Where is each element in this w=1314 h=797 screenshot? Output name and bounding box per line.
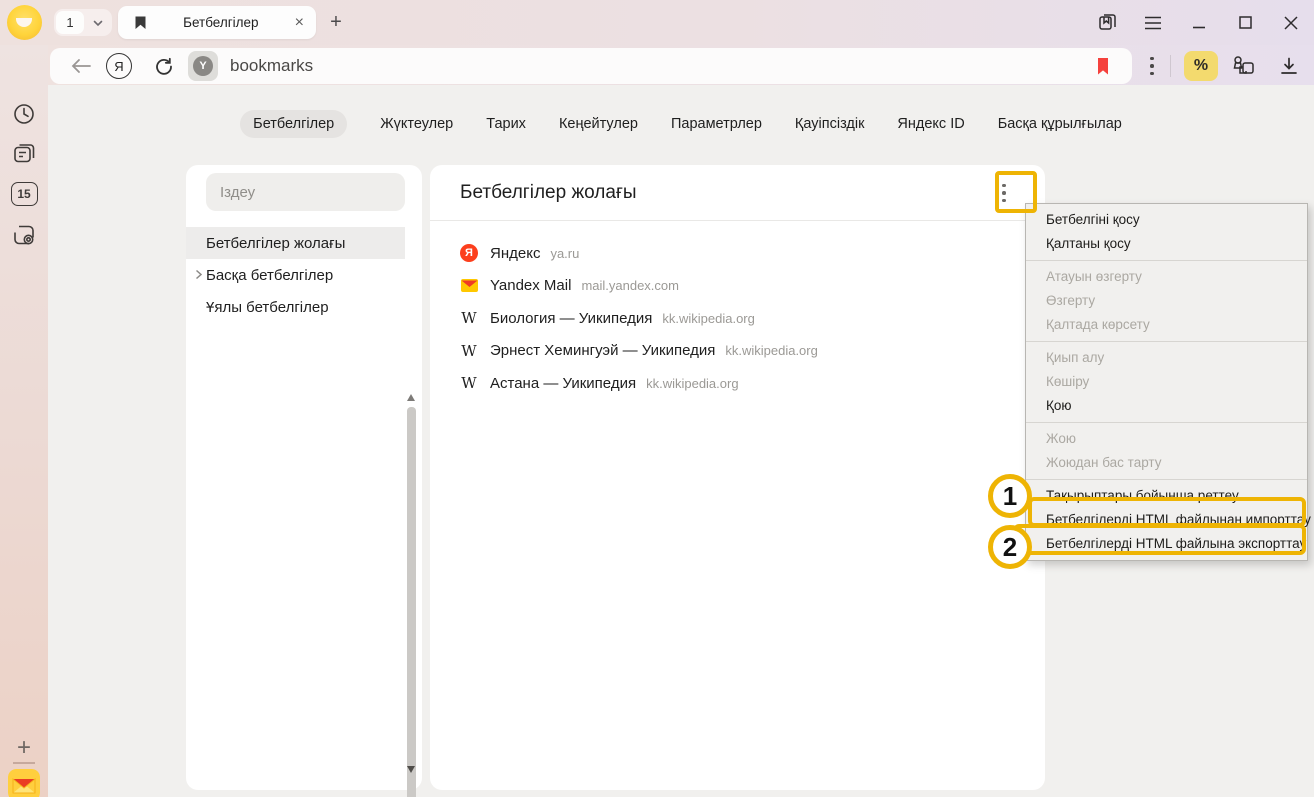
annotation-step-2: 2: [988, 525, 1032, 569]
browser-tab-bookmarks[interactable]: Бетбелгілер ×: [118, 6, 316, 39]
bookmark-list: Я Яндекс ya.ru Yandex Mail mail.yandex.c…: [430, 237, 1045, 400]
calendar-icon[interactable]: 15: [0, 181, 48, 207]
tab-bookmarks[interactable]: Бетбелгілер: [240, 110, 347, 138]
download-icon[interactable]: [1280, 48, 1298, 84]
tab-security[interactable]: Қауіпсіздік: [795, 116, 865, 132]
maximize-button[interactable]: [1222, 0, 1268, 45]
minimize-button[interactable]: [1176, 0, 1222, 45]
menu-icon[interactable]: [1130, 0, 1176, 45]
yandex-search-icon[interactable]: Я: [106, 53, 132, 79]
bookmark-url: kk.wikipedia.org: [662, 311, 755, 326]
menu-item-paste[interactable]: Қою: [1026, 394, 1307, 418]
toolbar-more-button[interactable]: [1150, 48, 1154, 84]
screenshot-icon[interactable]: [0, 221, 48, 249]
tab-downloads[interactable]: Жүктеулер: [380, 116, 453, 132]
folder-item-label: Басқа бетбелгілер: [206, 267, 333, 284]
site-favicon-letter: Y: [193, 56, 213, 76]
tab-title: Бетбелгілер: [147, 15, 295, 30]
menu-item-add-bookmark[interactable]: Бетбелгіні қосу: [1026, 208, 1307, 232]
bookmark-row[interactable]: W Астана — Уикипедия kk.wikipedia.org: [430, 367, 1045, 400]
bookmarks-panel: Бетбелгілер жолағы Я Яндекс ya.ru Yandex…: [430, 165, 1045, 790]
address-text[interactable]: bookmarks: [230, 56, 1096, 76]
folder-item-label: Бетбелгілер жолағы: [206, 235, 345, 252]
menu-item-edit: Өзгерту: [1026, 289, 1307, 313]
menu-item-add-folder[interactable]: Қалтаны қосу: [1026, 232, 1307, 256]
bookmark-url: kk.wikipedia.org: [725, 343, 818, 358]
yandex-mail-app-icon[interactable]: [0, 769, 48, 797]
tab-group-count[interactable]: 1: [56, 11, 84, 34]
scrollbar-down-arrow[interactable]: [407, 766, 415, 773]
toolbar-divider: [1170, 48, 1171, 84]
browser-window: 1 Бетбелгілер × +: [0, 0, 1314, 797]
bookmark-url: kk.wikipedia.org: [646, 376, 739, 391]
wikipedia-favicon: W: [460, 309, 478, 327]
tab-strip: 1 Бетбелгілер × +: [0, 0, 1314, 45]
tab-history[interactable]: Тарих: [486, 116, 526, 132]
bookmark-title: Эрнест Хемингуэй — Уикипедия: [490, 342, 715, 359]
folder-item-other-bookmarks[interactable]: Басқа бетбелгілер: [186, 259, 405, 291]
annotation-step-1: 1: [988, 474, 1032, 518]
address-bar[interactable]: Я Y bookmarks: [50, 48, 1132, 84]
tab-group-pill[interactable]: 1: [54, 9, 112, 36]
extensions-button[interactable]: [1232, 48, 1256, 84]
folder-item-bookmarks-bar[interactable]: Бетбелгілер жолағы: [186, 227, 405, 259]
bookmark-title: Астана — Уикипедия: [490, 375, 636, 392]
back-icon[interactable]: [64, 58, 98, 74]
notes-icon[interactable]: [0, 141, 48, 167]
bookmark-flag-icon[interactable]: [1096, 58, 1110, 75]
add-panel-icon[interactable]: +: [0, 735, 48, 761]
mail-favicon: [460, 277, 478, 295]
search-input[interactable]: [206, 173, 405, 211]
menu-item-delete: Жою: [1026, 427, 1307, 451]
history-icon[interactable]: [0, 101, 48, 127]
bookmark-row[interactable]: Yandex Mail mail.yandex.com: [430, 270, 1045, 303]
chevron-down-icon[interactable]: [84, 17, 112, 29]
menu-item-cut: Қиып алу: [1026, 346, 1307, 370]
bookmark-row[interactable]: W Эрнест Хемингуэй — Уикипедия kk.wikipe…: [430, 335, 1045, 368]
bookmark-title: Биология — Уикипедия: [490, 310, 652, 327]
folders-panel: Бетбелгілер жолағы Басқа бетбелгілер Ұял…: [186, 165, 422, 790]
bookmark-icon: [134, 15, 147, 30]
browser-logo-icon[interactable]: [7, 5, 42, 40]
menu-item-rename: Атауын өзгерту: [1026, 265, 1307, 289]
tab-other-devices[interactable]: Басқа құрылғылар: [998, 116, 1122, 132]
bookmark-url: mail.yandex.com: [581, 278, 679, 293]
folder-item-label: Ұялы бетбелгілер: [206, 299, 329, 316]
menu-item-copy: Көшіру: [1026, 370, 1307, 394]
scrollbar-up-arrow[interactable]: [407, 394, 415, 401]
sidebar-divider: [13, 762, 35, 764]
bookmark-row[interactable]: W Биология — Уикипедия kk.wikipedia.org: [430, 302, 1045, 335]
highlight-box-more-button: [995, 171, 1037, 213]
scrollbar-thumb[interactable]: [407, 407, 416, 797]
folder-item-mobile-bookmarks[interactable]: Ұялы бетбелгілер: [186, 291, 405, 323]
chevron-right-icon[interactable]: [193, 269, 204, 280]
tab-settings[interactable]: Параметрлер: [671, 116, 762, 132]
yandex-favicon: Я: [460, 244, 478, 262]
menu-item-show-in-folder: Қалтада көрсету: [1026, 313, 1307, 337]
site-favicon: Y: [188, 51, 218, 81]
percent-icon[interactable]: %: [1184, 51, 1218, 81]
bookmark-url: ya.ru: [550, 246, 579, 261]
bookmark-row[interactable]: Я Яндекс ya.ru: [430, 237, 1045, 270]
wikipedia-favicon: W: [460, 342, 478, 360]
tab-yandex-id[interactable]: Яндекс ID: [897, 116, 964, 132]
tab-extensions[interactable]: Кеңейтулер: [559, 116, 638, 132]
menu-item-undo-delete: Жоюдан бас тарту: [1026, 451, 1307, 475]
bookmark-title: Yandex Mail: [490, 277, 571, 294]
tab-close-icon[interactable]: ×: [295, 15, 304, 31]
browser-sidebar: 15 +: [0, 45, 48, 797]
wikipedia-favicon: W: [460, 374, 478, 392]
close-window-button[interactable]: [1268, 0, 1314, 45]
bookmark-title: Яндекс: [490, 245, 540, 262]
header-divider: [430, 220, 1045, 221]
highlight-box-export: [1013, 524, 1306, 555]
calendar-day: 15: [11, 182, 38, 206]
highlight-box-import: [1028, 497, 1306, 527]
side-panel-icon[interactable]: [1084, 0, 1130, 45]
page-title: Бетбелгілер жолағы: [460, 182, 637, 204]
promo-extension-button[interactable]: %: [1184, 48, 1218, 84]
settings-nav-tabs: Бетбелгілер Жүктеулер Тарих Кеңейтулер П…: [48, 110, 1314, 138]
refresh-icon[interactable]: [148, 57, 178, 76]
new-tab-button[interactable]: +: [322, 8, 350, 36]
